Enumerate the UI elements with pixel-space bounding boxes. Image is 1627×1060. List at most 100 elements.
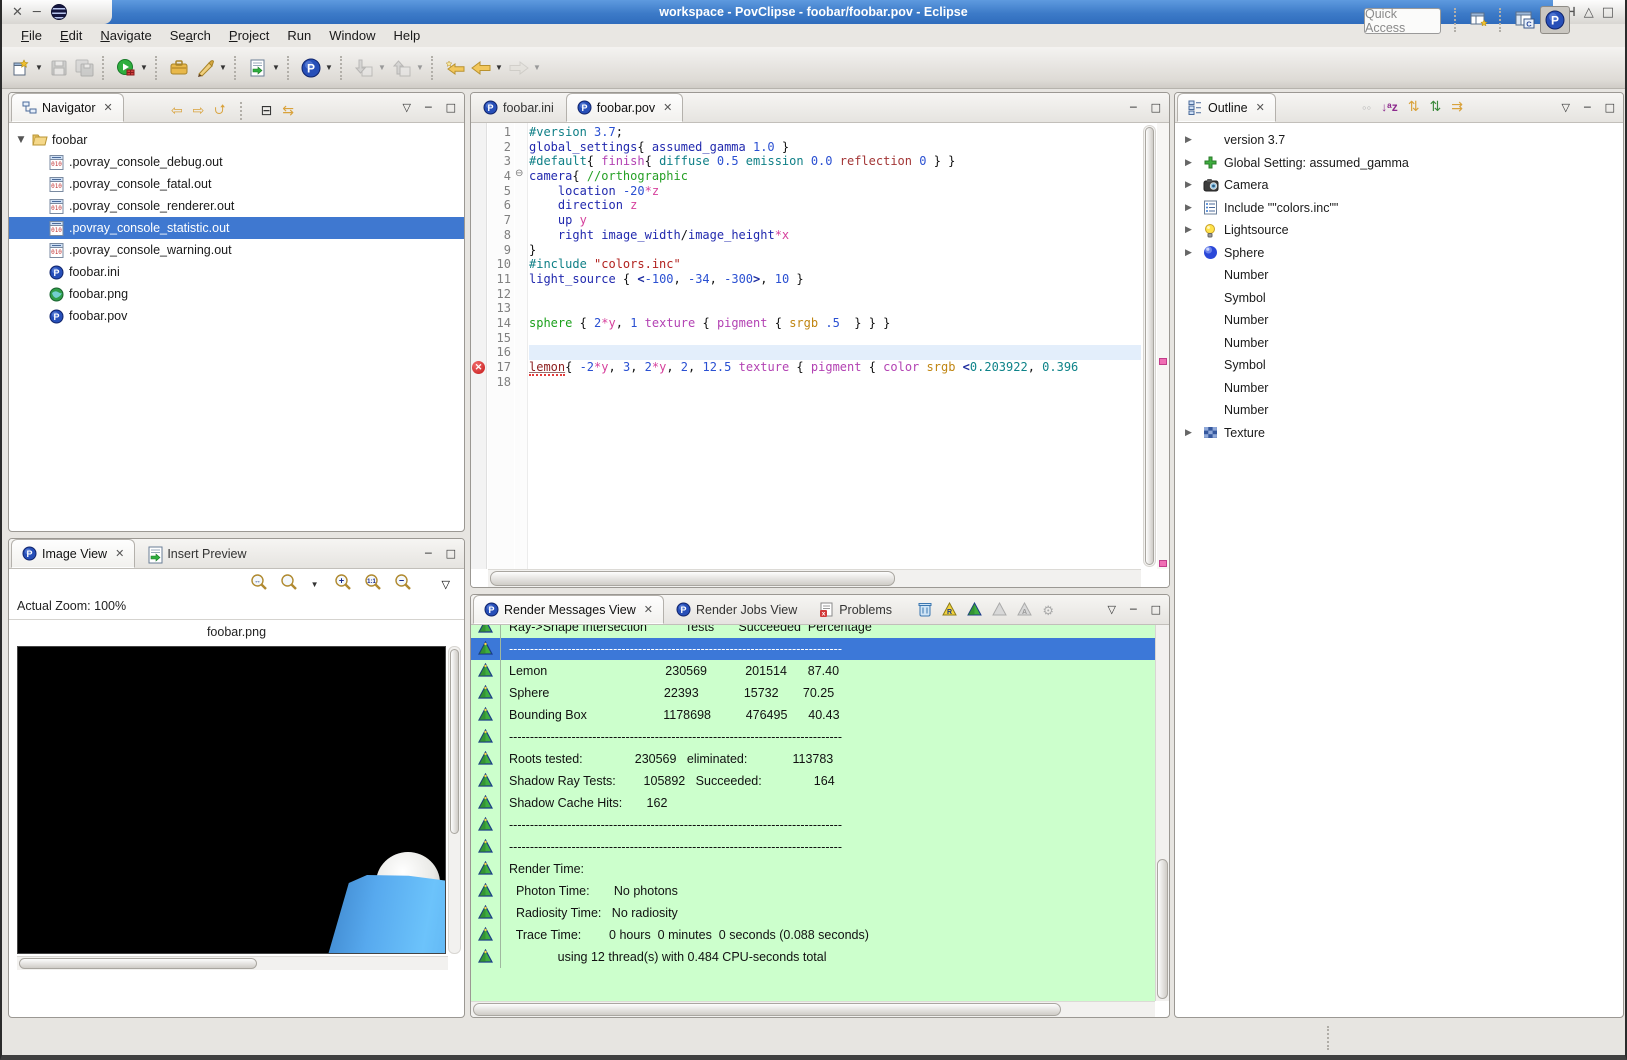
minimize-view-icon[interactable]: ─ [1130,603,1137,616]
code-line[interactable] [529,331,1141,346]
back-annotation-button[interactable] [443,56,467,80]
render-settings-button[interactable] [246,56,270,80]
quick-access-button[interactable]: Quick Access [1364,8,1441,34]
code-line[interactable]: #version 3.7; [529,125,1141,140]
link-with-editor-icon[interactable]: ⇆ [282,103,294,119]
maximize-view-icon[interactable]: □ [1151,101,1161,114]
navigator-file-item[interactable]: foobar.png [9,283,464,305]
close-icon[interactable]: ✕ [663,101,672,114]
povclipse-perspective-button[interactable]: P [1540,6,1570,34]
navigator-file-item[interactable]: 010 .povray_console_fatal.out [9,173,464,195]
forward-icon[interactable]: ⇨ [193,103,205,119]
zoom-actual-icon[interactable]: 1:1 [364,573,382,596]
menu-search[interactable]: Search [161,26,220,45]
error-overview-marker[interactable] [1159,560,1167,567]
code-line[interactable] [529,345,1141,360]
highlighter-button-dropdown-icon[interactable]: ▼ [218,63,228,72]
menu-edit[interactable]: Edit [51,26,91,45]
code-line[interactable]: global_settings{ assumed_gamma 1.0 } [529,140,1141,155]
menu-project[interactable]: Project [220,26,278,45]
outline-item[interactable]: ▶Lightsource [1175,219,1623,242]
tab-foobar-ini[interactable]: P foobar.ini [473,93,564,122]
tab-outline[interactable]: Outline ✕ [1177,93,1276,122]
up-icon[interactable]: ⮍ [214,99,225,123]
maximize-view-icon[interactable]: □ [1151,603,1161,616]
menu-navigate[interactable]: Navigate [91,26,160,45]
povclipse-button[interactable]: P [299,56,323,80]
expand-arrow-icon[interactable]: ▶ [1185,158,1197,168]
maximize-view-icon[interactable]: □ [446,101,456,114]
zoom-out-icon[interactable]: − [394,573,412,596]
tab-foobar-pov[interactable]: P foobar.pov✕ [566,93,684,122]
outline-item[interactable]: ▶Sphere [1175,242,1623,265]
minimize-view-icon[interactable]: ─ [425,101,432,114]
editor-vertical-scrollbar[interactable] [1143,125,1156,567]
shade-window-icon[interactable]: △ [1584,6,1594,19]
code-line[interactable] [529,375,1141,390]
navigator-file-item[interactable]: 010 .povray_console_statistic.out [9,217,464,239]
code-line[interactable]: up y [529,213,1141,228]
navigator-file-item[interactable]: P foobar.ini [9,261,464,283]
messages-vertical-scrollbar[interactable] [1155,625,1169,1001]
minimize-view-icon[interactable]: ─ [1584,101,1591,114]
editor-horizontal-scrollbar[interactable] [488,569,1141,587]
navigator-file-item[interactable]: P foobar.pov [9,305,464,327]
render-settings-button-dropdown-icon[interactable]: ▼ [271,63,281,72]
code-line[interactable]: sphere { 2*y, 1 texture { pigment { srgb… [529,316,1141,331]
view-menu-icon[interactable]: ▽ [442,578,450,591]
new-button[interactable] [9,56,33,80]
outline-item[interactable]: ▶version 3.7 [1175,129,1623,152]
code-line[interactable]: #default{ finish{ diffuse 0.5 emission 0… [529,154,1141,169]
scrollbar-thumb[interactable] [1157,859,1168,999]
error-marker-icon[interactable]: ✕ [472,361,485,374]
warning-filter-icon[interactable] [967,602,982,621]
scrollbar-thumb[interactable] [19,958,257,969]
code-line[interactable]: light_source { <-100, -34, -300>, 10 } [529,272,1141,287]
zoom-tool-icon[interactable] [280,573,298,596]
code-line[interactable]: location -20*z [529,184,1141,199]
messages-horizontal-scrollbar[interactable] [471,1001,1155,1017]
run-povray-button[interactable] [114,56,138,80]
outline-item[interactable]: Symbol [1175,354,1623,377]
expand-arrow-icon[interactable]: ▶ [1185,248,1197,258]
view-menu-icon[interactable]: ▽ [1562,101,1570,114]
outline-item[interactable]: Number [1175,309,1623,332]
filter-icon[interactable]: ⇉ [1451,99,1463,115]
render-warning-filter-icon[interactable]: R [942,602,957,621]
message-row[interactable]: Photon Time: No photons [471,880,1155,902]
navigator-file-item[interactable]: 010 .povray_console_warning.out [9,239,464,261]
code-line[interactable]: lemon{ -2*y, 3, 2*y, 2, 12.5 texture { p… [529,360,1141,375]
expand-arrow-icon[interactable]: ▶ [1185,203,1197,213]
tab-render-jobs-view[interactable]: P Render Jobs View [666,595,807,624]
outline-item[interactable]: Number [1175,332,1623,355]
message-row[interactable]: Shadow Ray Tests: 105892 Succeeded: 164 [471,770,1155,792]
navigator-project-row[interactable]: ▼ foobar [9,129,464,151]
navigator-file-item[interactable]: 010 .povray_console_renderer.out [9,195,464,217]
message-row[interactable]: Shadow Cache Hits: 162 [471,792,1155,814]
open-perspective-button[interactable] [1465,6,1495,34]
message-row[interactable]: ----------------------------------------… [471,638,1155,660]
resource-perspective-button[interactable]: C [1510,6,1540,34]
expand-arrow-icon[interactable]: ▶ [1185,225,1197,235]
scrollbar-thumb[interactable] [450,649,459,834]
message-row[interactable]: using 12 thread(s) with 0.484 CPU-second… [471,946,1155,968]
view-menu-icon[interactable]: ▽ [403,101,411,114]
message-row[interactable]: Lemon 230569 201514 87.40 [471,660,1155,682]
navigator-file-item[interactable]: 010 .povray_console_debug.out [9,151,464,173]
message-row[interactable]: ----------------------------------------… [471,836,1155,858]
tab-render-messages-view[interactable]: P Render Messages View✕ [473,595,664,624]
close-icon[interactable]: ✕ [644,603,653,616]
close-icon[interactable]: ✕ [104,101,113,114]
scrollbar-thumb[interactable] [490,571,895,586]
info-filter-icon[interactable] [992,602,1007,621]
message-row[interactable]: Trace Time: 0 hours 0 minutes 0 seconds … [471,924,1155,946]
render-messages-list[interactable]: Ray->Shape Intersection Tests Succeeded … [471,625,1155,1001]
tab-problems[interactable]: x Problems [809,595,902,624]
maximize-window-icon[interactable]: □ [1602,6,1614,19]
minimize-view-icon[interactable]: ─ [425,547,432,560]
outline-item[interactable]: Number [1175,264,1623,287]
outline-item[interactable]: ▶Camera [1175,174,1623,197]
image-vertical-scrollbar[interactable] [448,646,461,954]
open-toolbox-button[interactable] [167,56,191,80]
new-button-dropdown-icon[interactable]: ▼ [34,63,44,72]
